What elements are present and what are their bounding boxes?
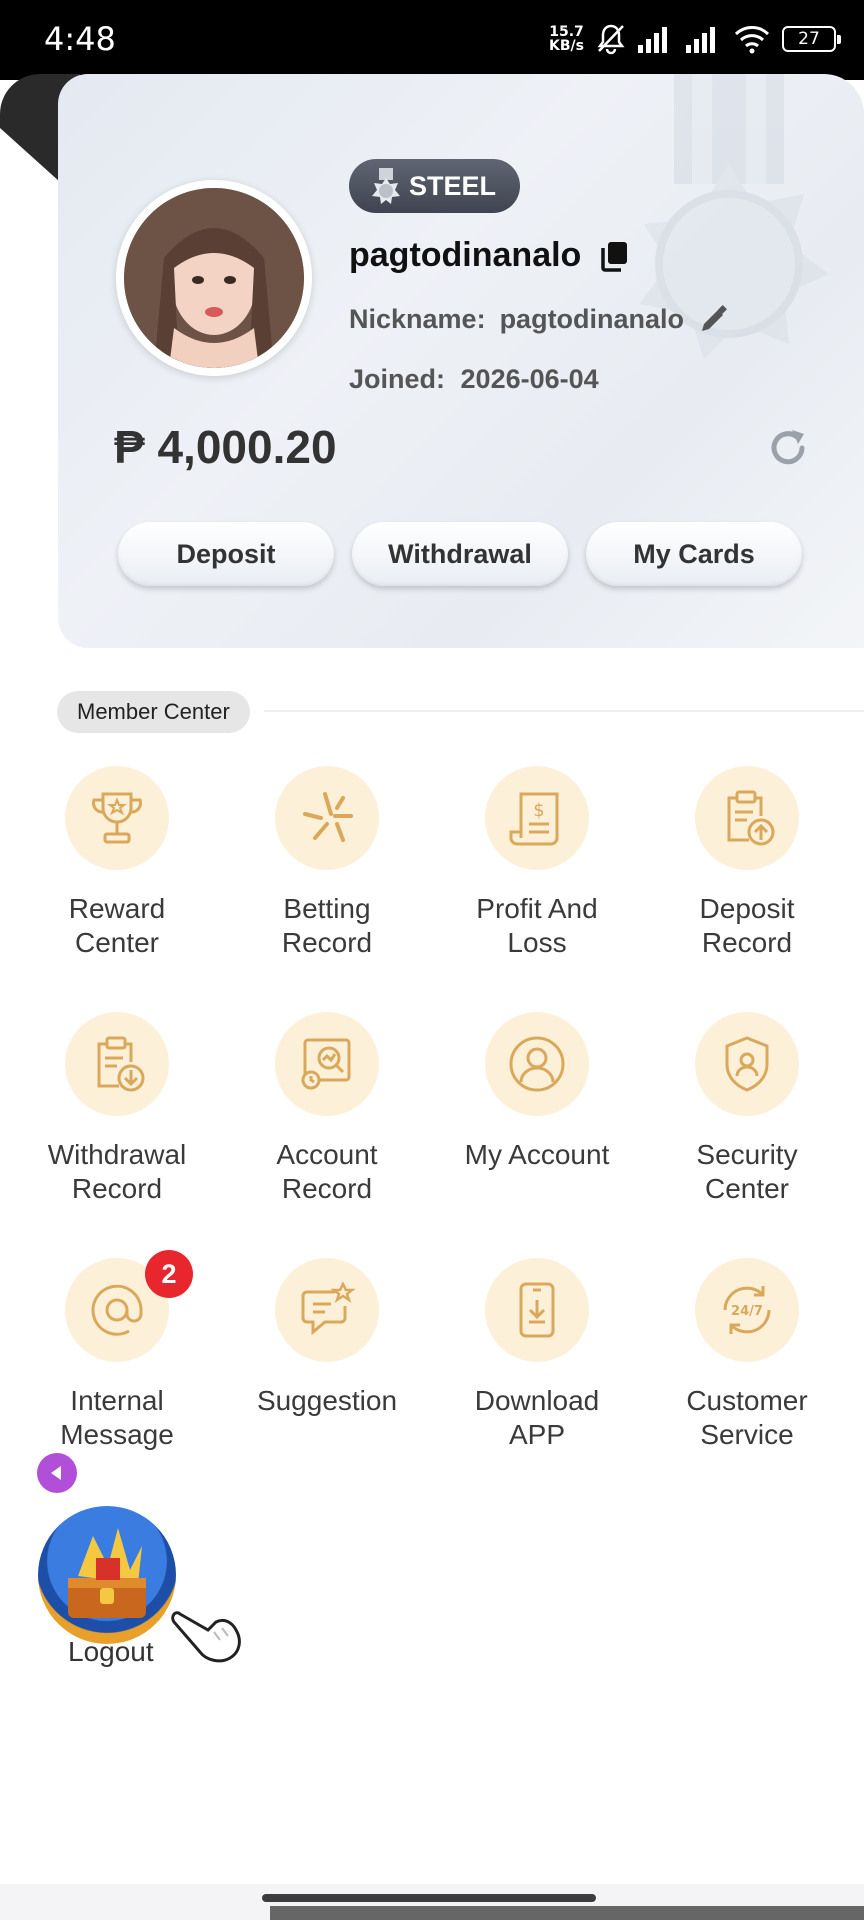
menu-item-label: APP — [508, 1419, 566, 1450]
svg-text:24/7: 24/7 — [731, 1304, 763, 1319]
menu-item-label: Withdrawal — [47, 1139, 187, 1170]
member-center-title: Member Center — [57, 691, 250, 733]
menu-item-label: My Account — [464, 1139, 610, 1170]
withdrawal-button[interactable]: Withdrawal — [352, 522, 568, 586]
chat-star-icon — [275, 1258, 379, 1362]
chart-record-icon — [275, 1012, 379, 1116]
menu-item-label: Suggestion — [256, 1385, 398, 1416]
menu-item-label: Internal — [70, 1385, 164, 1416]
medal-icon — [372, 168, 400, 204]
menu-item-reward-center[interactable]: Reward Center — [12, 766, 222, 960]
menu-item-label: Profit And — [476, 893, 598, 924]
joined-date: 2026-06-04 — [460, 364, 599, 394]
menu-item-profit-and-loss[interactable]: $ Profit And Loss — [432, 766, 642, 960]
clipboard-upload-icon — [695, 766, 799, 870]
pointing-hand-icon — [171, 1611, 241, 1663]
menu-item-withdrawal-record[interactable]: Withdrawal Record — [12, 1012, 222, 1206]
nickname-label: Nickname: — [349, 304, 486, 334]
collapse-arrow-icon[interactable] — [37, 1453, 77, 1493]
refresh-icon[interactable] — [764, 424, 812, 472]
menu-item-download-app[interactable]: Download APP — [432, 1258, 642, 1452]
phone-download-icon — [485, 1258, 589, 1362]
menu-item-label: Center — [704, 1173, 790, 1204]
betting-icon — [275, 766, 379, 870]
menu-item-my-account[interactable]: My Account — [432, 1012, 642, 1172]
menu-item-label: Record — [701, 927, 793, 958]
menu-item-label: Deposit — [699, 893, 795, 924]
menu-item-label: Record — [71, 1173, 163, 1204]
clipboard-download-icon — [65, 1012, 169, 1116]
menu-item-customer-service[interactable]: 24/7 Customer Service — [642, 1258, 852, 1452]
menu-item-label: Message — [60, 1419, 174, 1450]
menu-item-deposit-record[interactable]: Deposit Record — [642, 766, 852, 960]
username-row: pagtodinanalo — [349, 236, 629, 275]
wifi-icon — [734, 26, 770, 54]
menu-item-label: Record — [281, 1173, 373, 1204]
menu-item-account-record[interactable]: Account Record — [222, 1012, 432, 1206]
message-count-badge: 2 — [145, 1250, 193, 1298]
trophy-icon — [65, 766, 169, 870]
menu-item-suggestion[interactable]: Suggestion — [222, 1258, 432, 1418]
deposit-button[interactable]: Deposit — [118, 522, 334, 586]
menu-item-label: Security — [696, 1139, 798, 1170]
menu-item-betting-record[interactable]: Betting Record — [222, 766, 432, 960]
level-label: STEEL — [409, 170, 497, 201]
edit-pencil-icon[interactable] — [698, 304, 728, 335]
menu-item-label: Record — [281, 927, 373, 958]
status-time: 4:48 — [44, 20, 116, 58]
nickname-value: pagtodinanalo — [499, 304, 685, 334]
scroll-bar — [270, 1906, 864, 1920]
shield-user-icon — [695, 1012, 799, 1116]
menu-item-security-center[interactable]: Security Center — [642, 1012, 852, 1206]
my-cards-button[interactable]: My Cards — [586, 522, 802, 586]
section-divider — [264, 710, 864, 712]
menu-item-label: Download — [474, 1385, 600, 1416]
wallet-actions: Deposit Withdrawal My Cards — [118, 522, 802, 586]
battery-icon: 27 — [782, 26, 841, 52]
avatar-image — [124, 188, 304, 368]
menu-item-label: Center — [74, 927, 160, 958]
net-speed: 15.7 KB/s — [549, 24, 584, 54]
menu-item-label: Reward — [68, 893, 166, 924]
level-badge: STEEL — [349, 159, 521, 213]
status-icons: 15.7 KB/s 27 — [549, 18, 841, 60]
menu-item-label: Service — [700, 1419, 794, 1450]
svg-text:$: $ — [533, 800, 544, 821]
home-indicator[interactable] — [262, 1894, 596, 1902]
balance: ₱ 4,000.20 — [114, 421, 337, 473]
menu-item-label: Betting — [283, 893, 371, 924]
joined-label: Joined: — [349, 364, 446, 394]
support-247-icon: 24/7 — [695, 1258, 799, 1362]
treasure-chest-icon[interactable] — [38, 1506, 176, 1644]
copy-icon[interactable] — [599, 240, 629, 272]
menu-item-label: Loss — [507, 927, 567, 958]
status-bar: 4:48 15.7 KB/s 27 — [0, 0, 864, 80]
signal-icon — [638, 27, 667, 53]
username: pagtodinanalo — [349, 236, 582, 274]
nickname-row[interactable]: Nickname: pagtodinanalo — [349, 304, 728, 335]
signal-icon-2 — [686, 27, 715, 53]
joined-row: Joined: 2026-06-04 — [349, 364, 599, 395]
treasure-chest-art-icon — [68, 1528, 146, 1618]
avatar[interactable] — [116, 180, 312, 376]
bell-off-icon — [597, 24, 625, 55]
menu-item-internal-message[interactable]: 2 Internal Message — [12, 1250, 222, 1452]
user-circle-icon — [485, 1012, 589, 1116]
avatar-portrait-icon — [124, 188, 304, 368]
receipt-dollar-icon: $ — [485, 766, 589, 870]
medal-watermark-icon — [639, 74, 829, 359]
menu-item-label: Customer — [686, 1385, 808, 1416]
menu-item-label: Account — [276, 1139, 378, 1170]
